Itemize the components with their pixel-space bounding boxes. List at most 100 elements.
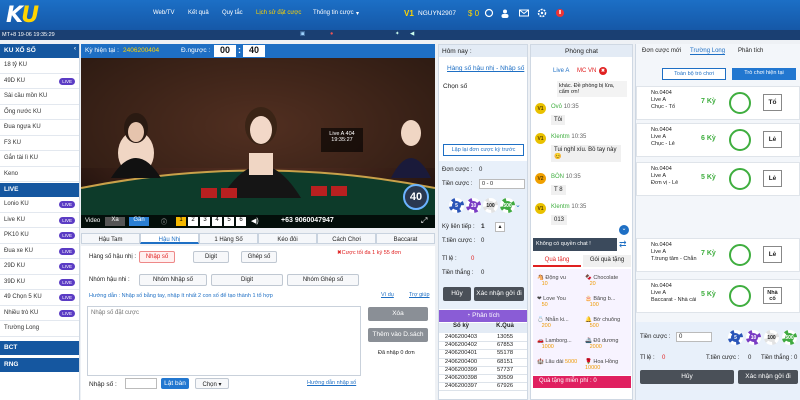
sidebar-item[interactable]: 29D KU LIVE: [0, 259, 79, 275]
tab-gift-packs[interactable]: Gói quà tặng: [583, 255, 631, 267]
record-icon[interactable]: ●: [330, 31, 333, 37]
camera-4[interactable]: 4: [212, 217, 222, 226]
sidebar-item[interactable]: 18 tỷ KU: [0, 58, 79, 74]
tab-1-hang-so[interactable]: 1 Hàng Số: [199, 233, 258, 244]
gift-item[interactable]: ❤ Love You 50: [537, 296, 566, 308]
username[interactable]: NGUYN2907: [418, 10, 456, 17]
quick-number-input[interactable]: [125, 378, 157, 389]
digit-button[interactable]: Digit: [193, 251, 229, 263]
ky-tiep-stepper[interactable]: ▴: [495, 222, 505, 232]
live-video[interactable]: Live A 404 19:35:27 40 Video Xa Gần ⓘ 1 2…: [81, 58, 435, 228]
all-games-button[interactable]: Toàn bộ trò chơi: [662, 68, 726, 80]
sidebar-section-ku-xo-so[interactable]: KU XỔ SỐ ‹: [0, 44, 79, 58]
user-icon[interactable]: [500, 8, 510, 18]
sidebar-section-bct[interactable]: BCT: [0, 340, 79, 355]
pick-button[interactable]: Lẻ: [763, 246, 782, 263]
nhap-so-button[interactable]: Nhập số: [139, 251, 175, 263]
camera-2[interactable]: 2: [188, 217, 198, 226]
tab-keo-doi[interactable]: Kéo đôi: [258, 233, 317, 244]
sidebar-item[interactable]: Keno: [0, 167, 79, 182]
chip-100[interactable]: 100: [483, 198, 498, 213]
sidebar-item[interactable]: Ống nước KU: [0, 105, 79, 120]
tab-gifts[interactable]: Quà tặng: [533, 255, 581, 267]
choose-select[interactable]: Chọn ▾: [195, 378, 229, 389]
tab-cach-choi[interactable]: Cách Chơi: [317, 233, 376, 244]
chip-100[interactable]: 100: [764, 330, 779, 345]
sidebar-item[interactable]: 49D KU LIVE: [0, 74, 79, 89]
bet-number-input[interactable]: [87, 306, 361, 376]
gift-item[interactable]: 🚗 Lamborg... 1000: [537, 338, 572, 350]
sidebar-item[interactable]: PK10 KU LIVE: [0, 228, 79, 244]
speaker-icon[interactable]: ◀): [251, 217, 259, 225]
analysis-button[interactable]: ◔ Phân tích: [439, 310, 527, 322]
gift-item[interactable]: 🔔 Bờ chuông 500: [585, 317, 620, 329]
flip-button[interactable]: Lật bàn: [161, 378, 189, 389]
chip-500[interactable]: 500: [500, 198, 515, 213]
gear-icon[interactable]: [537, 8, 547, 18]
pick-button[interactable]: Lẻ: [763, 170, 782, 187]
free-gift-bar[interactable]: Quà tặng miễn phí : 0: [533, 376, 631, 388]
gift-item[interactable]: 🎂 Băng b... 100: [585, 296, 615, 308]
refresh-icon[interactable]: [484, 8, 494, 18]
logo[interactable]: KU: [6, 3, 50, 28]
pick-button[interactable]: Nhà cố: [763, 287, 782, 304]
right-tien-cuoc-input[interactable]: 0: [676, 332, 712, 342]
ghep-so-button[interactable]: Ghép số: [241, 251, 277, 263]
gift-item[interactable]: 🏰 Lâu dài 5000: [537, 359, 577, 365]
tab-analysis[interactable]: Phân tích: [738, 48, 763, 54]
sidebar-item[interactable]: Trường Long: [0, 321, 79, 337]
settings-small-icon[interactable]: ✦: [395, 31, 400, 37]
sidebar-item[interactable]: 49 Chọn 5 KU LIVE: [0, 290, 79, 306]
gift-item[interactable]: 🚢 Đũ dương 2000: [585, 338, 618, 350]
clear-button[interactable]: Xóa: [368, 307, 428, 321]
chip-500[interactable]: 500: [782, 330, 797, 345]
swap-icon[interactable]: ⇄: [619, 239, 627, 250]
tab-hau-tam[interactable]: Hậu Tam: [81, 233, 140, 244]
mail-icon[interactable]: [519, 8, 529, 18]
nhom-nhap-so-button[interactable]: Nhóm Nhập số: [139, 274, 207, 286]
input-guide-link[interactable]: Hướng dẫn nhập số: [307, 380, 356, 386]
nhom-digit-button[interactable]: Digit: [211, 274, 283, 286]
sidebar-item[interactable]: Đua ngựa KU: [0, 120, 79, 136]
gift-item[interactable]: 💍 Nhẫn ki... 200: [537, 317, 569, 329]
collapse-icon[interactable]: ‹: [74, 46, 76, 52]
chip-10[interactable]: 10: [746, 330, 761, 345]
sidebar-item[interactable]: Đua xe KU LIVE: [0, 244, 79, 259]
tab-truong-long[interactable]: Trường Long: [690, 48, 726, 55]
sidebar-item[interactable]: Lonio KU LIVE: [0, 197, 79, 213]
cancel-button[interactable]: Hủy: [443, 287, 471, 301]
far-view-button[interactable]: Xa: [105, 217, 125, 226]
tab-new-orders[interactable]: Đơn cược mới: [642, 48, 681, 54]
camera-1[interactable]: 1: [176, 217, 186, 226]
close-icon[interactable]: ✖: [599, 67, 607, 75]
nav-thong-tin[interactable]: Thống tin cược: [313, 10, 354, 16]
chip-5[interactable]: 5: [449, 198, 464, 213]
info-icon[interactable]: ⓘ: [161, 217, 167, 226]
add-to-list-button[interactable]: Thêm vào D.sách: [368, 328, 428, 342]
example-link[interactable]: Ví dụ: [381, 292, 394, 298]
submit-button[interactable]: Xác nhận gởi đi: [474, 287, 524, 301]
pick-button[interactable]: Tổ: [763, 94, 782, 111]
gift-item[interactable]: 🐴 Động vu 10: [537, 275, 566, 287]
nhom-ghep-so-button[interactable]: Nhóm Ghép số: [287, 274, 359, 286]
fullscreen-icon[interactable]: ⤢: [421, 216, 427, 226]
sidebar-item[interactable]: Gắn tài lì KU: [0, 151, 79, 167]
nav-quy-tac[interactable]: Quy tắc: [222, 10, 243, 16]
chevron-down-icon[interactable]: ▾: [356, 10, 359, 17]
near-view-button[interactable]: Gần: [129, 217, 149, 226]
scroll-down-icon[interactable]: ⌄: [619, 225, 629, 235]
camera-3[interactable]: 3: [200, 217, 210, 226]
sidebar-section-rng[interactable]: RNG: [0, 357, 79, 372]
tien-cuoc-input[interactable]: 0 - 0: [479, 179, 525, 189]
camera-5[interactable]: 5: [224, 217, 234, 226]
sidebar-item[interactable]: F3 KU: [0, 136, 79, 151]
tab-hau-nhi[interactable]: Hậu Nhị: [140, 233, 199, 244]
chip-10[interactable]: 10: [466, 198, 481, 213]
sidebar-item[interactable]: Live KU LIVE: [0, 213, 79, 228]
sidebar-item[interactable]: 39D KU LIVE: [0, 275, 79, 290]
tab-baccarat[interactable]: Baccarat: [376, 233, 435, 244]
nav-web-tv[interactable]: Web/TV: [153, 10, 175, 16]
camera-6[interactable]: 6: [236, 217, 246, 226]
sidebar-item[interactable]: Nhiều trò KU LIVE: [0, 306, 79, 321]
right-submit-button[interactable]: Xác nhận gởi đi: [738, 370, 798, 384]
